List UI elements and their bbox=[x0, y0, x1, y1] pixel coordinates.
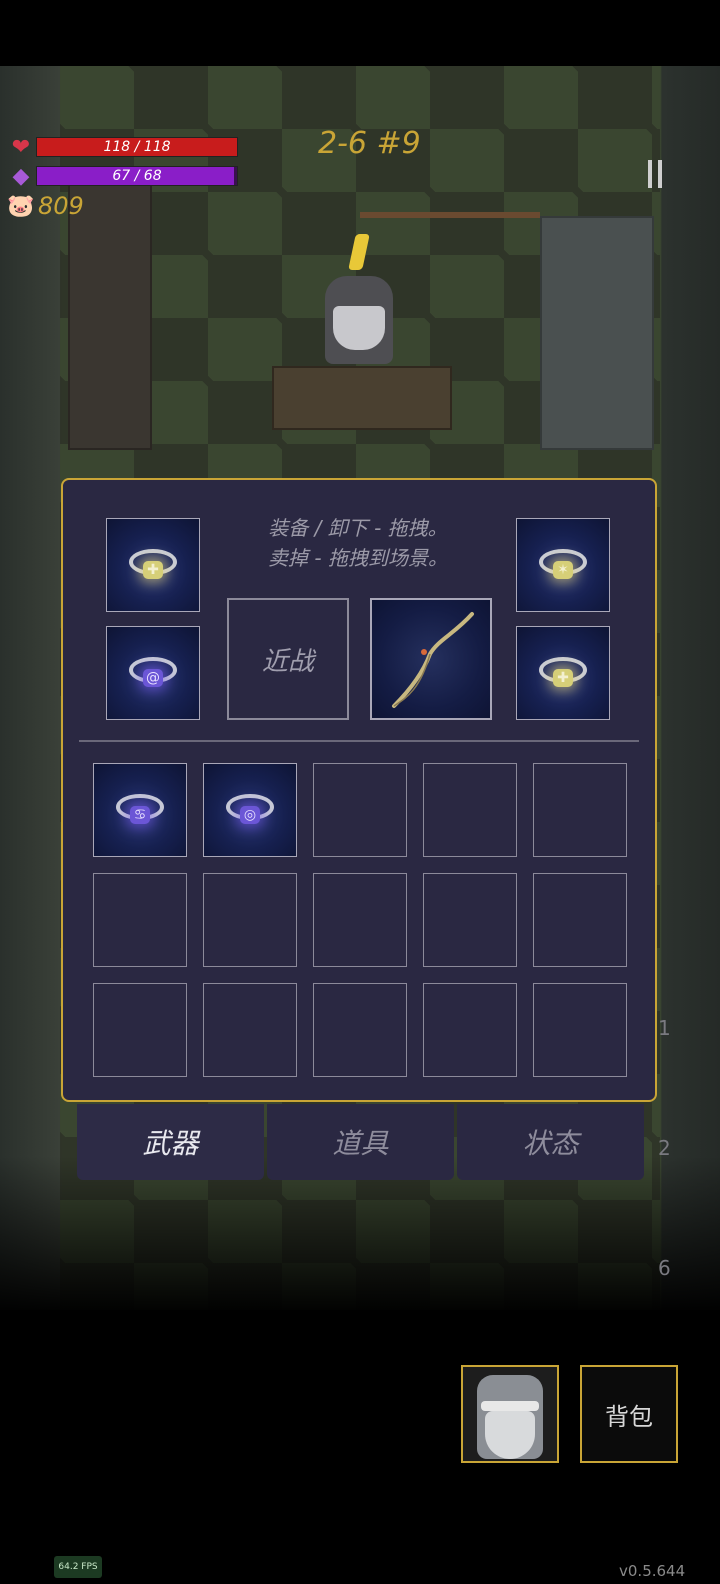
ring-rune-icon: ✚ bbox=[557, 670, 569, 686]
inventory-slot[interactable] bbox=[533, 873, 627, 967]
ring-rune-icon: @ bbox=[146, 670, 160, 686]
inventory-slot[interactable] bbox=[423, 983, 517, 1077]
ring-slot-bottom-right[interactable]: ✚ bbox=[516, 626, 610, 720]
pig-icon: 🐷 bbox=[7, 193, 35, 219]
side-count: 2 bbox=[658, 1136, 671, 1160]
alchemy-machine bbox=[540, 216, 654, 450]
purple-ring-icon: ♋ bbox=[116, 790, 166, 830]
mana-text: 67 / 68 bbox=[112, 168, 162, 184]
inventory-slot[interactable] bbox=[313, 983, 407, 1077]
ring-slot-top-right[interactable]: ✶ bbox=[516, 518, 610, 612]
fps-counter: 64.2 FPS bbox=[54, 1556, 102, 1578]
inventory-slot[interactable] bbox=[423, 873, 517, 967]
inventory-slot[interactable]: ♋ bbox=[93, 763, 187, 857]
pause-button[interactable] bbox=[648, 160, 674, 192]
side-count: 6 bbox=[658, 1256, 671, 1280]
melee-slot[interactable]: 近战 bbox=[227, 598, 349, 720]
character-glasses bbox=[481, 1401, 539, 1411]
ring-slot-top-left[interactable]: ✚ bbox=[106, 518, 200, 612]
inventory-slot[interactable] bbox=[313, 873, 407, 967]
inventory-slot[interactable] bbox=[93, 983, 187, 1077]
gold-ring-icon: ✚ bbox=[129, 545, 179, 585]
backpack-button[interactable]: 背包 bbox=[580, 1365, 678, 1463]
mana-row: ◆ 67 / 68 bbox=[8, 163, 238, 189]
inventory-slot[interactable] bbox=[203, 983, 297, 1077]
merchant-table bbox=[272, 366, 452, 430]
tab-weapons[interactable]: 武器 bbox=[77, 1104, 264, 1180]
mana-bar: 67 / 68 bbox=[36, 166, 238, 186]
panel-tabs: 武器 道具 状态 bbox=[77, 1104, 644, 1180]
heart-icon: ❤ bbox=[11, 134, 31, 160]
merchant-beard bbox=[333, 306, 385, 350]
health-row: ❤ 118 / 118 bbox=[8, 134, 238, 160]
melee-label: 近战 bbox=[261, 646, 314, 677]
character-beard bbox=[485, 1411, 535, 1459]
panel-divider bbox=[79, 740, 639, 742]
gold-count: 809 bbox=[38, 192, 84, 220]
mana-diamond-icon: ◆ bbox=[12, 163, 30, 189]
backpack-label: 背包 bbox=[605, 1402, 653, 1431]
inventory-slot[interactable] bbox=[533, 983, 627, 1077]
inventory-slot[interactable] bbox=[423, 763, 517, 857]
pause-bar-right bbox=[658, 160, 662, 188]
level-indicator: 2-6 #9 bbox=[318, 126, 421, 161]
side-count: 1 bbox=[658, 1016, 671, 1040]
bow-icon bbox=[392, 612, 474, 708]
purple-ring-icon: @ bbox=[129, 653, 179, 693]
inventory-slot[interactable] bbox=[93, 873, 187, 967]
gold-ring-icon: ✚ bbox=[539, 653, 589, 693]
gold-ring-icon: ✶ bbox=[539, 545, 589, 585]
tab-items[interactable]: 道具 bbox=[267, 1104, 454, 1180]
inventory-slot[interactable]: ◎ bbox=[203, 763, 297, 857]
equipment-panel: ✚ @ ✶ ✚ 装备 / 卸下 - 拖拽。 卖掉 - 拖拽到场景。 近战 ♋ ◎ bbox=[61, 478, 657, 1102]
ring-rune-icon: ◎ bbox=[243, 807, 257, 823]
ring-rune-icon: ✚ bbox=[147, 562, 159, 578]
pause-bar-left bbox=[648, 160, 652, 188]
health-bar: 118 / 118 bbox=[36, 137, 238, 157]
inventory-slot[interactable] bbox=[533, 763, 627, 857]
tab-status[interactable]: 状态 bbox=[457, 1104, 644, 1180]
inventory-slot[interactable] bbox=[203, 873, 297, 967]
ring-rune-icon: ♋ bbox=[133, 807, 147, 823]
hint-equip: 装备 / 卸下 - 拖拽。 bbox=[268, 516, 448, 540]
purple-ring-icon: ◎ bbox=[226, 790, 276, 830]
inventory-slot[interactable] bbox=[313, 763, 407, 857]
version-label: v0.5.644 bbox=[619, 1562, 686, 1580]
character-portrait-button[interactable] bbox=[461, 1365, 559, 1463]
gold-row: 🐷 809 bbox=[7, 192, 84, 220]
ring-rune-icon: ✶ bbox=[557, 562, 569, 578]
health-text: 118 / 118 bbox=[103, 139, 171, 155]
ring-slot-bottom-left[interactable]: @ bbox=[106, 626, 200, 720]
hint-sell: 卖掉 - 拖拽到场景。 bbox=[268, 546, 448, 570]
weapon-slot[interactable] bbox=[370, 598, 492, 720]
